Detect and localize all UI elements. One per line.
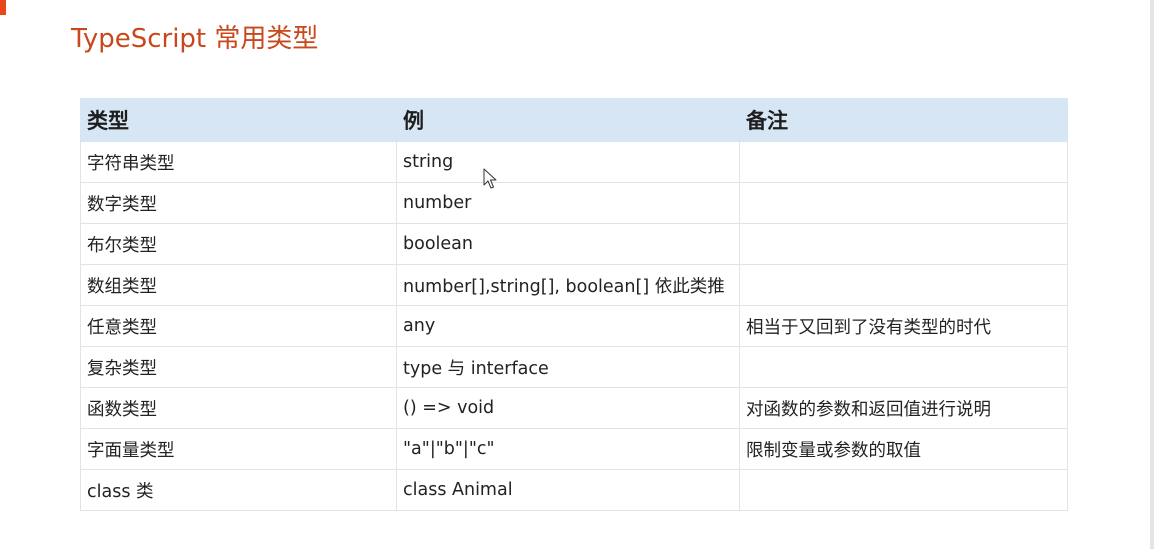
cell-example: boolean: [396, 223, 740, 265]
cell-note: 对函数的参数和返回值进行说明: [739, 387, 1068, 429]
cell-note: [739, 141, 1068, 183]
table-row: 字符串类型 string: [80, 141, 1068, 183]
cell-example: number[],string[], boolean[] 依此类推: [396, 264, 740, 306]
table-header-row: 类型 例 备注: [80, 98, 1068, 142]
cell-note: [739, 346, 1068, 388]
mouse-pointer-icon: [483, 168, 497, 189]
table-row: 数字类型 number: [80, 182, 1068, 224]
cell-example: class Animal: [396, 469, 740, 511]
header-note: 备注: [739, 98, 1068, 142]
table-row: 布尔类型 boolean: [80, 223, 1068, 265]
cell-note: 相当于又回到了没有类型的时代: [739, 305, 1068, 347]
table-row: 数组类型 number[],string[], boolean[] 依此类推: [80, 264, 1068, 306]
table-row: 复杂类型 type 与 interface: [80, 346, 1068, 388]
cell-type: 数字类型: [80, 182, 397, 224]
cell-type: 复杂类型: [80, 346, 397, 388]
cell-example: () => void: [396, 387, 740, 429]
header-type: 类型: [80, 98, 397, 142]
cell-type: 函数类型: [80, 387, 397, 429]
cell-note: [739, 469, 1068, 511]
cell-type: class 类: [80, 469, 397, 511]
header-example: 例: [396, 98, 740, 142]
table-row: 函数类型 () => void 对函数的参数和返回值进行说明: [80, 387, 1068, 429]
cell-example: number: [396, 182, 740, 224]
cell-example: any: [396, 305, 740, 347]
cell-note: 限制变量或参数的取值: [739, 428, 1068, 470]
accent-bar: [0, 0, 6, 15]
cell-type: 字符串类型: [80, 141, 397, 183]
cell-example: "a"|"b"|"c": [396, 428, 740, 470]
cell-example: string: [396, 141, 740, 183]
cell-type: 字面量类型: [80, 428, 397, 470]
table-row: 任意类型 any 相当于又回到了没有类型的时代: [80, 305, 1068, 347]
slide-edge: [1150, 0, 1154, 549]
table-row: 字面量类型 "a"|"b"|"c" 限制变量或参数的取值: [80, 428, 1068, 470]
cell-type: 任意类型: [80, 305, 397, 347]
cell-note: [739, 182, 1068, 224]
cell-note: [739, 223, 1068, 265]
slide-title: TypeScript 常用类型: [71, 24, 319, 54]
cell-type: 数组类型: [80, 264, 397, 306]
cell-example: type 与 interface: [396, 346, 740, 388]
table-row: class 类 class Animal: [80, 469, 1068, 511]
cell-type: 布尔类型: [80, 223, 397, 265]
types-table: 类型 例 备注 字符串类型 string 数字类型 number 布尔类型 bo…: [80, 98, 1068, 511]
cell-note: [739, 264, 1068, 306]
